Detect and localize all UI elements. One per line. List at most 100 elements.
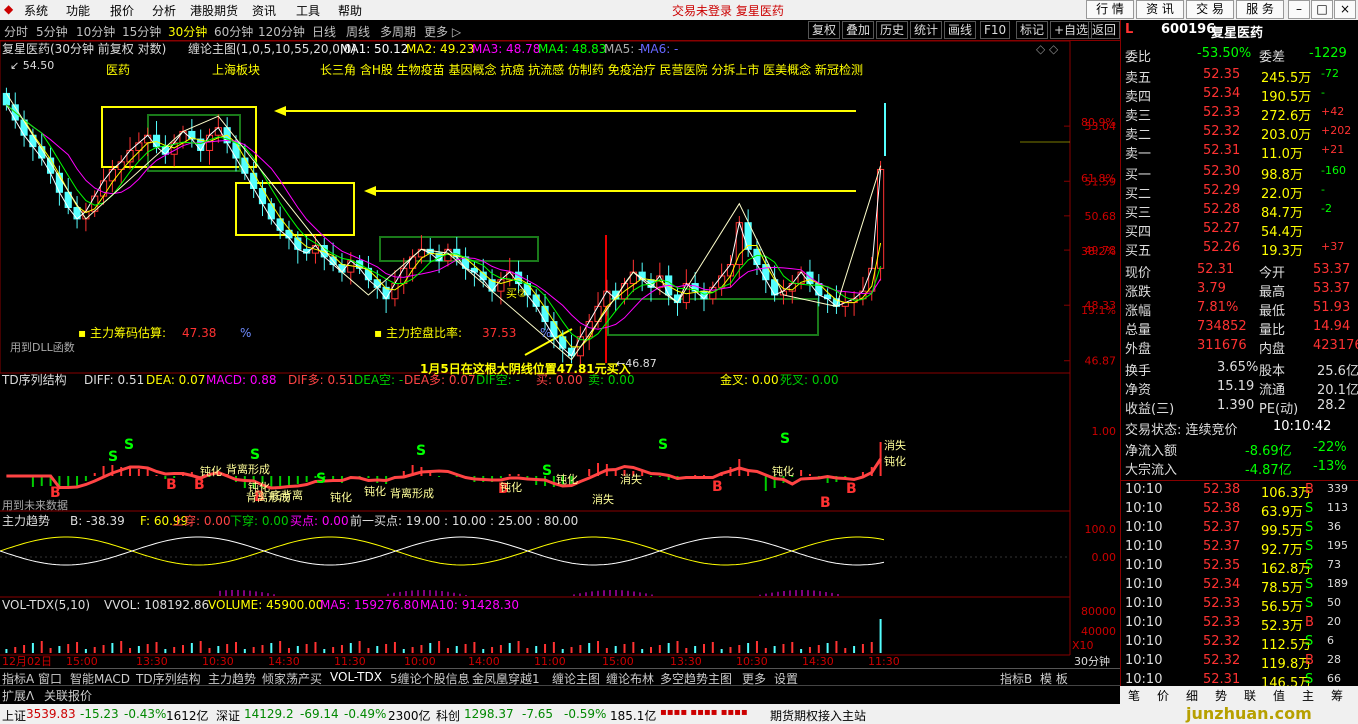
close-icon[interactable]: × <box>1334 0 1356 19</box>
extension-bar: 扩展Λ 关联报价 <box>0 685 1120 703</box>
ext-tab[interactable]: 关联报价 <box>44 687 92 704</box>
right-tab[interactable]: 值 <box>1273 687 1285 704</box>
menu-item[interactable]: 港股期货 <box>190 2 238 19</box>
book-change: -160 <box>1321 164 1346 177</box>
period-tab[interactable]: 60分钟 <box>214 23 253 40</box>
quote-row: 卖三 52.33 272.6万 +42 <box>1121 105 1358 124</box>
right-tab[interactable]: 筹 <box>1331 687 1343 704</box>
news-ticker[interactable]: 期货期权接入主站 <box>770 707 866 724</box>
toolbar-action[interactable]: 返回 <box>1088 21 1120 39</box>
book-change: +42 <box>1321 105 1345 118</box>
future-data-note: 用到未来数据 <box>2 498 68 512</box>
book-price[interactable]: 52.27 <box>1203 221 1240 236</box>
period-tab[interactable]: 15分钟 <box>122 23 161 40</box>
period-tab[interactable]: 5分钟 <box>36 23 68 40</box>
pct-tick: 19.1% <box>1081 304 1116 317</box>
book-price[interactable]: 52.33 <box>1203 105 1240 120</box>
kline-chart[interactable]: 复星医药(30分钟 前复权 对数) 缠论主图(1,0,5,10,55,20,0,0… <box>0 41 1120 668</box>
indicator-tab[interactable]: VOL-TDX <box>330 670 382 684</box>
pct-sign: % <box>240 326 251 340</box>
right-tab[interactable]: 联 <box>1244 687 1256 704</box>
period-tab[interactable]: 120分钟 <box>258 23 305 40</box>
menu-item[interactable]: 报价 <box>110 2 134 19</box>
book-change: +202 <box>1321 124 1352 137</box>
menu-button[interactable]: 资 讯 <box>1136 0 1184 19</box>
period-tab[interactable]: 30分钟 <box>168 23 207 40</box>
menu-item[interactable]: 帮助 <box>338 2 362 19</box>
book-label: 买一 <box>1125 168 1152 183</box>
menu-item[interactable]: 功能 <box>66 2 90 19</box>
right-tab[interactable]: 笔 <box>1128 687 1140 704</box>
menu-item[interactable]: 工具 <box>296 2 320 19</box>
ma-label: MA4: 48.83 <box>538 42 606 56</box>
toolbar-action[interactable]: 复权 <box>808 21 841 39</box>
book-price[interactable]: 52.32 <box>1203 124 1240 139</box>
candle <box>2 92 11 106</box>
kc-index: 1298.37 <box>464 707 514 721</box>
right-tab[interactable]: 势 <box>1215 687 1227 704</box>
stat-value: 25.6亿 <box>1317 364 1358 379</box>
maximize-icon[interactable]: □ <box>1311 0 1333 19</box>
book-volume: 11.0万 <box>1261 147 1303 162</box>
period-tab[interactable]: 周线 <box>346 23 370 40</box>
menu-button[interactable]: 服 务 <box>1236 0 1284 19</box>
tick-count: 73 <box>1327 558 1341 571</box>
chip-estimate-label: ▪ 主力筹码估算: <box>78 325 166 340</box>
period-tab[interactable]: 10分钟 <box>76 23 115 40</box>
book-price[interactable]: 52.34 <box>1203 86 1240 101</box>
menu-button[interactable]: 行 情 <box>1086 0 1134 19</box>
tick-time: 10:10 <box>1125 596 1163 611</box>
book-volume: 245.5万 <box>1261 71 1312 86</box>
stat-label: 现价 <box>1125 266 1152 281</box>
book-price[interactable]: 52.35 <box>1203 67 1240 82</box>
book-price[interactable]: 52.28 <box>1203 202 1240 217</box>
toolbar-action[interactable]: +自选 <box>1050 21 1093 39</box>
sell-signal: S <box>250 447 260 463</box>
menu-item[interactable]: 分析 <box>152 2 176 19</box>
dll-note: 用到DLL函数 <box>10 341 75 354</box>
period-tab[interactable]: 日线 <box>312 23 336 40</box>
period-tab[interactable]: 更多 ▷ <box>424 23 461 40</box>
toolbar-action[interactable]: 标记 <box>1016 21 1049 39</box>
tick-volume: 162.8万 <box>1261 562 1312 577</box>
tick-volume: 78.5万 <box>1261 581 1303 596</box>
chip-control-value: 37.53 <box>482 326 516 340</box>
minimize-icon[interactable]: – <box>1288 0 1310 19</box>
toolbar-action[interactable]: 历史 <box>876 21 909 39</box>
quote-row: 10:10 52.32 112.5万 S 6 <box>1121 634 1358 653</box>
ma-label: MA6: - <box>640 42 678 56</box>
collapse-icon[interactable]: ◇ ◇ <box>1036 42 1059 56</box>
period-tab[interactable]: 分时 <box>4 23 28 40</box>
buy-signal: B <box>712 479 723 495</box>
book-price[interactable]: 52.30 <box>1203 164 1240 179</box>
divider <box>1121 480 1358 481</box>
ma-label: MA2: 49.23 <box>406 42 474 56</box>
toolbar-action[interactable]: 统计 <box>910 21 943 39</box>
quote-row: 买二 52.29 22.0万 - <box>1121 183 1358 202</box>
pct-tick: 38.2% <box>1081 245 1116 258</box>
right-tab[interactable]: 价 <box>1157 687 1169 704</box>
book-price[interactable]: 52.26 <box>1203 240 1240 255</box>
stat-value: 3.79 <box>1197 281 1226 296</box>
menu-button[interactable]: 交 易 <box>1186 0 1234 19</box>
stat-value: 14.94 <box>1313 319 1351 334</box>
flow-value: -4.87亿 <box>1245 463 1292 478</box>
book-volume: 54.4万 <box>1261 225 1303 240</box>
toolbar-action[interactable]: 叠加 <box>842 21 875 39</box>
candle <box>205 134 214 151</box>
book-price[interactable]: 52.29 <box>1203 183 1240 198</box>
quote-row: 卖一 52.31 11.0万 +21 <box>1121 143 1358 162</box>
tick-time: 10:10 <box>1125 577 1163 592</box>
right-tab[interactable]: 细 <box>1186 687 1198 704</box>
toolbar-action[interactable]: F10 <box>980 21 1011 39</box>
toolbar-action[interactable]: 画线 <box>944 21 977 39</box>
right-tab[interactable]: 主 <box>1302 687 1314 704</box>
ext-tab[interactable]: 扩展Λ <box>2 687 34 704</box>
period-tab[interactable]: 多周期 <box>380 23 416 40</box>
td-legend: 买: 0.00 <box>536 373 583 387</box>
book-change: - <box>1321 183 1325 196</box>
menu-item[interactable]: 系统 <box>24 2 48 19</box>
book-price[interactable]: 52.31 <box>1203 143 1240 158</box>
stat-value: 1.390 <box>1217 398 1255 413</box>
menu-item[interactable]: 资讯 <box>252 2 276 19</box>
